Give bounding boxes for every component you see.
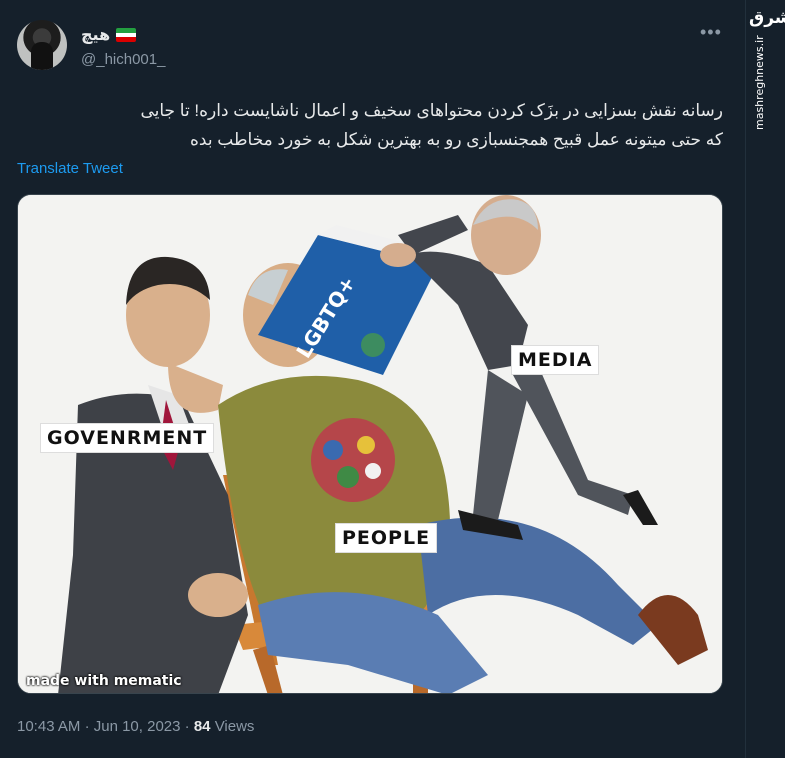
views-label: Views <box>214 718 255 735</box>
mashregh-logo: مشرق <box>749 8 785 28</box>
author-handle[interactable]: @_hich001_ <box>81 51 165 68</box>
watermark: made with mematic <box>26 673 182 689</box>
tweet-text: رسانه نقش بسزایی در بزَک کردن محتواهای س… <box>17 96 723 154</box>
tweet-meta: 10:43 AM · Jun 10, 2023 · 84 Views <box>17 718 254 735</box>
separator: · <box>184 718 194 735</box>
tweet-date[interactable]: Jun 10, 2023 <box>94 718 181 735</box>
tweet-card: هیچ @_hich001_ ••• رسانه نقش بسزایی در ب… <box>0 0 745 758</box>
translate-tweet-link[interactable]: Translate Tweet <box>17 160 123 177</box>
government-label: GOVENRMENT <box>40 423 215 453</box>
people-label: PEOPLE <box>335 523 438 553</box>
side-watermark-strip: مشرق mashreghnews.ir <box>745 0 785 758</box>
author-name-row[interactable]: هیچ <box>81 24 137 46</box>
more-dots-icon[interactable]: ••• <box>700 22 722 43</box>
iran-flag-icon <box>116 28 137 42</box>
tweet-time[interactable]: 10:43 AM <box>17 718 80 735</box>
mashregh-url: mashreghnews.ir <box>753 35 766 130</box>
tweet-media-image[interactable]: LGBTQ+ GOVENRMENT MEDIA PEOPLE made with… <box>17 194 723 694</box>
avatar[interactable] <box>17 20 67 70</box>
views-count: 84 <box>193 718 211 735</box>
separator: · <box>84 718 94 735</box>
tweet-text-line: که حتی میتونه عمل قبیح همجنسبازی رو به ب… <box>190 130 723 149</box>
tweet-text-line: رسانه نقش بسزایی در بزَک کردن محتواهای س… <box>140 101 723 120</box>
media-label: MEDIA <box>511 345 600 375</box>
display-name[interactable]: هیچ <box>81 25 110 45</box>
